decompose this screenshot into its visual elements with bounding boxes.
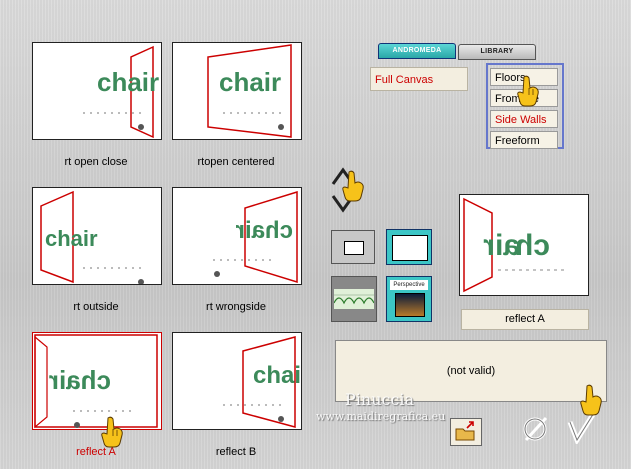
pointing-hand-icon — [101, 416, 123, 448]
tab-library-label: LIBRARY — [480, 48, 514, 55]
thumbnail-word: chair — [45, 226, 98, 251]
open-file-button[interactable] — [450, 418, 482, 446]
preview-label: reflect A — [461, 309, 589, 330]
svg-text:air: air — [483, 229, 520, 262]
full-canvas-option[interactable]: Full Canvas — [370, 67, 468, 91]
menu-item-side-walls[interactable]: Side Walls — [490, 110, 558, 128]
preset-thumbnail[interactable]: chair — [32, 332, 162, 430]
preset-caption: rtopen centered — [197, 156, 275, 168]
thumbnail-word: chair — [253, 362, 301, 389]
preset-caption: reflect A — [76, 446, 116, 458]
preset-thumbnail[interactable]: chair — [32, 42, 162, 140]
thumbnail-word: chair — [97, 67, 159, 97]
watermark-url: www.maidiregrafica.eu — [316, 410, 446, 423]
tab-andromeda[interactable]: ANDROMEDA — [378, 43, 456, 59]
frame-large-button[interactable] — [386, 229, 432, 265]
thumbnail-word: chair — [219, 67, 281, 97]
frame-small-button[interactable] — [331, 230, 375, 264]
cancel-icon — [523, 416, 548, 442]
full-canvas-label: Full Canvas — [375, 74, 434, 86]
preset-thumbnail[interactable]: chair — [172, 42, 302, 140]
pointing-hand-icon — [517, 75, 539, 107]
preview-frame: ch air — [459, 194, 589, 296]
open-file-icon — [455, 421, 475, 441]
preset-thumbnail[interactable]: chair — [172, 187, 302, 285]
preset-caption: rt open close — [64, 156, 128, 168]
ok-check-icon — [567, 384, 602, 446]
texture-button[interactable] — [331, 276, 377, 322]
preset-caption: reflect B — [215, 446, 257, 458]
preview-label-text: reflect A — [505, 313, 545, 325]
preset-caption: rt wrongside — [206, 301, 266, 313]
cancel-button[interactable] — [520, 414, 552, 444]
watermark-name: Pinuccia — [345, 390, 415, 409]
thumbnail-word: chair — [49, 365, 111, 395]
up-down-arrows-icon[interactable] — [329, 166, 369, 216]
preset-caption: rt outside — [73, 301, 119, 313]
ok-button[interactable] — [565, 384, 607, 446]
preset-thumbnail[interactable]: chair — [172, 332, 302, 430]
perspective-button[interactable]: Perspective — [386, 276, 432, 322]
preset-thumbnail[interactable]: chair — [32, 187, 162, 285]
tab-library[interactable]: LIBRARY — [458, 44, 536, 60]
tab-andromeda-label: ANDROMEDA — [392, 47, 442, 54]
thumbnail-word: chair — [236, 217, 293, 244]
menu-item-freeform[interactable]: Freeform — [490, 131, 558, 149]
status-text: (not valid) — [446, 365, 496, 377]
